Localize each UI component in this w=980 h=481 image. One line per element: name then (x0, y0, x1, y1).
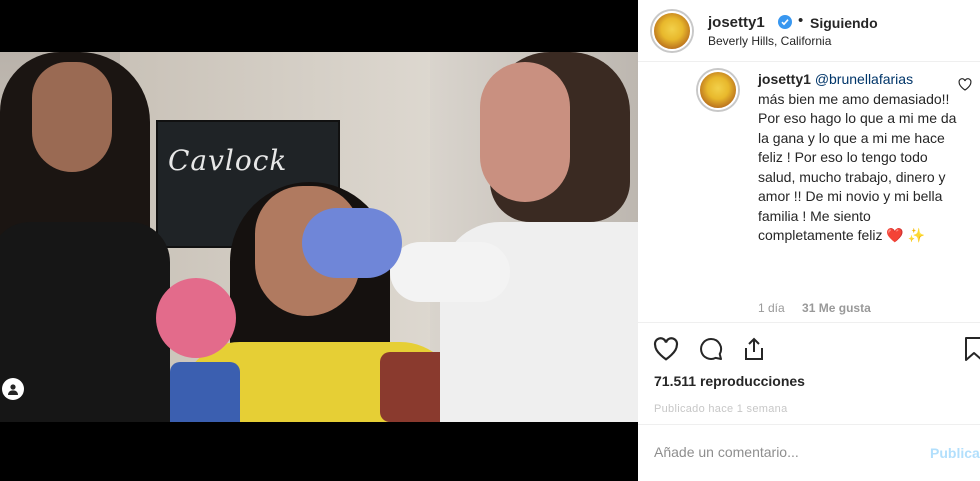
media-area: Cavlock (0, 0, 638, 481)
post-date: Publicado hace 1 semana (654, 403, 788, 415)
blue-glove (302, 208, 402, 278)
comment-input[interactable] (654, 444, 904, 460)
header-username[interactable]: josetty1 (708, 14, 765, 31)
comment-meta: 1 día 31 Me gusta (758, 301, 871, 315)
view-count[interactable]: 71.511 reproducciones (654, 373, 805, 389)
post-header: josetty1 • Siguiendo Beverly Hills, Cali… (638, 0, 980, 62)
doctor-arm (390, 242, 510, 302)
comment-bubble-icon[interactable] (697, 335, 725, 363)
verified-badge-icon (778, 15, 792, 29)
publish-button[interactable]: Publicar (930, 445, 980, 461)
avatar[interactable] (652, 11, 692, 51)
comment-body: josetty1 @brunellafarias más bien me amo… (758, 70, 958, 246)
following-button[interactable]: Siguiendo (810, 15, 878, 31)
comment-username[interactable]: josetty1 (758, 71, 811, 87)
comment-avatar[interactable] (698, 70, 738, 110)
comment-likes[interactable]: 31 Me gusta (802, 301, 871, 315)
share-icon[interactable] (740, 335, 768, 363)
comment-like-icon[interactable] (958, 78, 972, 96)
comment-mention[interactable]: @brunellafarias (815, 71, 913, 87)
comment-text: más bien me amo demasiado!! Por eso hago… (758, 90, 957, 244)
comment-age[interactable]: 1 día (758, 301, 785, 315)
pink-glove (156, 278, 236, 358)
video-player[interactable]: Cavlock (0, 52, 638, 422)
post-panel: josetty1 • Siguiendo Beverly Hills, Cali… (638, 0, 980, 481)
action-bar: 71.511 reproducciones Publicado hace 1 s… (638, 322, 980, 422)
bookmark-icon[interactable] (960, 335, 980, 363)
user-tag-icon[interactable] (2, 378, 24, 400)
add-comment-section: Publicar (638, 424, 980, 481)
comment-emoji: ❤️ ✨ (886, 227, 926, 243)
separator-dot: • (798, 12, 804, 29)
heart-icon[interactable] (652, 335, 680, 363)
comment-item: josetty1 @brunellafarias más bien me amo… (638, 62, 980, 322)
location-link[interactable]: Beverly Hills, California (708, 34, 831, 48)
doctor-figure (440, 52, 638, 422)
